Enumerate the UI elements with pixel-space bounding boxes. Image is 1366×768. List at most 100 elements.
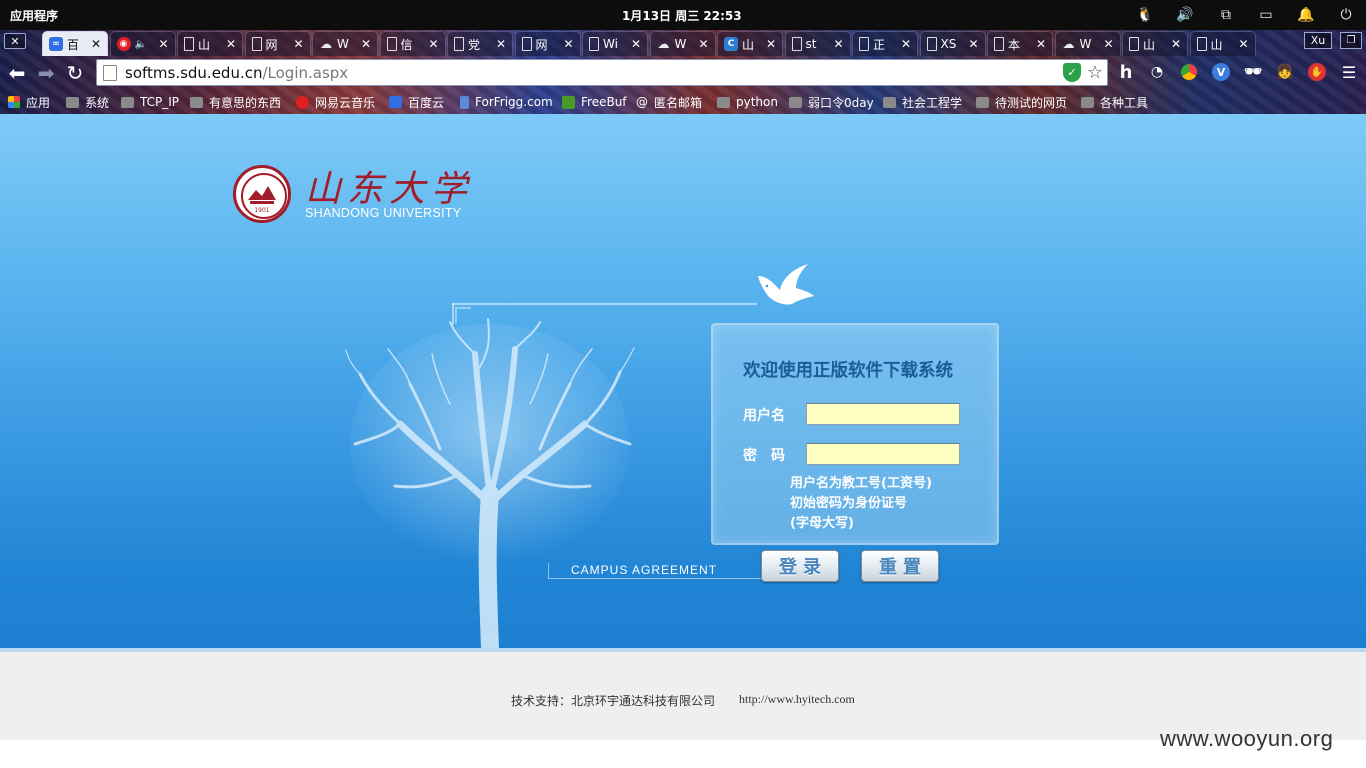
tab-title: 本 xyxy=(1008,37,1021,52)
bookmark-label: 各种工具 xyxy=(1100,95,1149,110)
tab-close-icon[interactable]: ✕ xyxy=(697,37,711,51)
bookmark-label: 系统 xyxy=(85,95,110,110)
url-host: softms.sdu.edu.cn xyxy=(125,63,263,82)
baidu-cloud-icon: ∞ xyxy=(49,37,63,51)
bookmark-item[interactable]: TCP_IP xyxy=(121,93,179,111)
password-input[interactable] xyxy=(806,443,960,465)
login-title: 欢迎使用正版软件下载系统 xyxy=(743,361,953,381)
username-input[interactable] xyxy=(806,403,960,425)
browser-tab[interactable]: ∞ 百 ✕ xyxy=(42,31,108,56)
login-button[interactable]: 登录 xyxy=(761,550,839,582)
bookmark-item[interactable]: 百度云 xyxy=(389,93,444,111)
tab-close-icon[interactable]: ✕ xyxy=(1034,37,1048,51)
bookmark-item[interactable]: 应用 xyxy=(8,93,50,111)
tab-close-icon[interactable]: ✕ xyxy=(292,37,306,51)
bookmark-item[interactable]: ForFrigg.com xyxy=(460,93,553,111)
extension-stop-icon[interactable]: ✋ xyxy=(1306,61,1328,83)
browser-tab[interactable]: ☁ W ✕ xyxy=(649,31,716,56)
bookmark-star-icon[interactable]: ☆ xyxy=(1087,62,1103,83)
folder-icon xyxy=(789,96,802,108)
page-icon xyxy=(859,37,869,51)
bookmark-item[interactable]: 社会工程学 xyxy=(883,93,962,111)
window-close-button[interactable]: ✕ xyxy=(4,33,26,49)
campus-agreement-label: CAMPUS AGREEMENT xyxy=(571,563,718,577)
bookmark-item[interactable]: 网易云音乐 xyxy=(296,93,375,111)
window-restore-button[interactable]: ❐ xyxy=(1340,32,1362,49)
browser-tab[interactable]: 网 ✕ xyxy=(244,31,311,56)
system-clock[interactable]: 1月13日 周三 22:53 xyxy=(622,7,742,24)
seal-year: 1901 xyxy=(254,207,269,214)
power-icon[interactable]: ⏻ xyxy=(1336,5,1356,25)
bookmark-label: ForFrigg.com xyxy=(475,95,553,109)
bookmark-item[interactable]: 待测试的网页 xyxy=(976,93,1067,111)
extension-girl-icon[interactable]: 👧 xyxy=(1274,61,1296,83)
forward-button[interactable]: ➡ xyxy=(33,60,59,86)
bookmark-item[interactable]: 弱口令0day xyxy=(789,93,874,111)
tab-close-icon[interactable]: ✕ xyxy=(157,37,171,51)
bookmark-item[interactable]: python xyxy=(717,93,778,111)
tab-close-icon[interactable]: ✕ xyxy=(1102,37,1116,51)
notification-bell-icon[interactable]: 🔔 xyxy=(1296,5,1316,25)
bookmark-item[interactable]: FreeBuf xyxy=(562,93,627,111)
hint-line: 初始密码为身份证号 xyxy=(790,496,908,511)
bookmark-item[interactable]: 各种工具 xyxy=(1081,93,1148,111)
penguin-icon[interactable]: 🐧 xyxy=(1135,5,1155,25)
browser-tab[interactable]: 正 ✕ xyxy=(852,31,918,56)
browser-tab[interactable]: ◉ 🔈 ✕ xyxy=(109,31,176,56)
browser-tab[interactable]: ☁ W ✕ xyxy=(1054,31,1121,56)
browser-tab[interactable]: 山 ✕ xyxy=(1189,31,1256,56)
tab-close-icon[interactable]: ✕ xyxy=(832,37,846,51)
folder-icon xyxy=(883,96,896,108)
browser-tab[interactable]: 信 ✕ xyxy=(379,31,446,56)
battery-icon[interactable]: ▭ xyxy=(1256,5,1276,25)
tab-close-icon[interactable]: ✕ xyxy=(629,37,643,51)
bookmark-item[interactable]: 有意思的东西 xyxy=(190,93,281,111)
browser-tab[interactable]: 网 ✕ xyxy=(514,31,581,56)
bookmark-item[interactable]: @ 匿名邮箱 xyxy=(636,93,702,111)
tab-close-icon[interactable]: ✕ xyxy=(1237,37,1251,51)
browser-tab[interactable]: ☁ W ✕ xyxy=(312,31,378,56)
adblock-shield-icon[interactable]: ✓ xyxy=(1063,63,1081,82)
page-icon xyxy=(791,37,802,51)
browser-tab[interactable]: XS ✕ xyxy=(919,31,986,56)
browser-tab[interactable]: Wi ✕ xyxy=(582,31,648,56)
tab-close-icon[interactable]: ✕ xyxy=(1169,37,1183,51)
extension-clock-icon[interactable]: ◔ xyxy=(1146,61,1168,83)
bookmark-item[interactable]: 系统 xyxy=(66,93,109,111)
tab-title: W xyxy=(674,37,687,51)
tab-close-icon[interactable]: ✕ xyxy=(764,37,778,51)
back-button[interactable]: ⬅ xyxy=(4,60,30,86)
tab-close-icon[interactable]: ✕ xyxy=(899,37,913,51)
extension-chromium-icon[interactable] xyxy=(1178,61,1200,83)
browser-tab[interactable]: C 山 ✕ xyxy=(717,31,783,56)
tab-close-icon[interactable]: ✕ xyxy=(359,37,373,51)
browser-tab[interactable]: 党 ✕ xyxy=(447,31,513,56)
browser-tab[interactable]: st ✕ xyxy=(784,31,851,56)
profile-button[interactable]: Xu xyxy=(1304,32,1332,49)
tab-close-icon[interactable]: ✕ xyxy=(562,37,576,51)
volume-icon[interactable]: 🔊 xyxy=(1175,5,1195,25)
university-logo[interactable]: 1901 山东大学 SHANDONG UNIVERSITY xyxy=(233,164,473,226)
reload-button[interactable]: ↻ xyxy=(62,60,88,86)
applications-menu[interactable]: 应用程序 xyxy=(10,7,58,24)
extension-spy-icon[interactable]: 🕶 xyxy=(1242,61,1264,83)
extension-h-icon[interactable]: h xyxy=(1115,61,1137,83)
tab-close-icon[interactable]: ✕ xyxy=(427,37,441,51)
extension-v-icon[interactable]: V xyxy=(1210,61,1232,83)
page-icon xyxy=(460,95,469,109)
reset-button[interactable]: 重置 xyxy=(861,550,939,582)
tab-audio-icon[interactable]: 🔈 xyxy=(135,39,147,50)
at-icon: @ xyxy=(636,95,648,109)
browser-tab[interactable]: 山 ✕ xyxy=(177,31,243,56)
page-icon xyxy=(251,37,262,51)
menu-icon[interactable]: ☰ xyxy=(1338,61,1360,83)
browser-tab[interactable]: 山 ✕ xyxy=(1122,31,1188,56)
tab-close-icon[interactable]: ✕ xyxy=(967,37,981,51)
tab-title: 百 xyxy=(67,37,80,52)
browser-tab[interactable]: 本 ✕ xyxy=(987,31,1053,56)
address-bar[interactable]: softms.sdu.edu.cn/Login.aspx ✓ ☆ xyxy=(96,59,1108,86)
tab-close-icon[interactable]: ✕ xyxy=(89,37,103,51)
tab-close-icon[interactable]: ✕ xyxy=(224,37,238,51)
network-icon[interactable]: ⧉ xyxy=(1216,5,1236,25)
tab-close-icon[interactable]: ✕ xyxy=(494,37,508,51)
